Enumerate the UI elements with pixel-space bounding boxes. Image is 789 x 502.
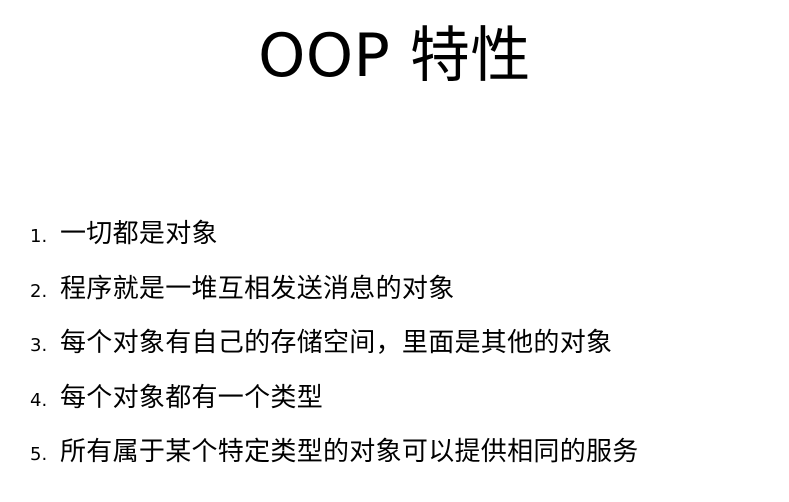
list-item: 2. 程序就是一堆互相发送消息的对象 [30, 268, 639, 323]
slide: OOP 特性 1. 一切都是对象 2. 程序就是一堆互相发送消息的对象 3. 每… [0, 0, 789, 502]
list-item-number: 1. [30, 226, 48, 247]
feature-list: 1. 一切都是对象 2. 程序就是一堆互相发送消息的对象 3. 每个对象有自己的… [30, 213, 639, 486]
list-item-number: 3. [30, 335, 48, 356]
list-item-text: 每个对象都有一个类型 [60, 382, 324, 413]
list-item-text: 一切都是对象 [60, 219, 218, 249]
list-item-text: 所有属于某个特定类型的对象可以提供相同的服务 [60, 437, 639, 467]
list-item: 4. 每个对象都有一个类型 [30, 377, 639, 432]
list-item-text: 每个对象有自己的存储空间，里面是其他的对象 [60, 328, 613, 358]
list-item: 1. 一切都是对象 [30, 213, 639, 268]
list-item-number: 2. [30, 280, 48, 302]
slide-title: OOP 特性 [258, 21, 531, 91]
list-item-number: 5. [30, 444, 48, 465]
list-item-text: 程序就是一堆互相发送消息的对象 [60, 273, 455, 304]
list-item: 3. 每个对象有自己的存储空间，里面是其他的对象 [30, 322, 639, 377]
list-item-number: 4. [30, 389, 48, 411]
list-item: 5. 所有属于某个特定类型的对象可以提供相同的服务 [30, 431, 639, 486]
